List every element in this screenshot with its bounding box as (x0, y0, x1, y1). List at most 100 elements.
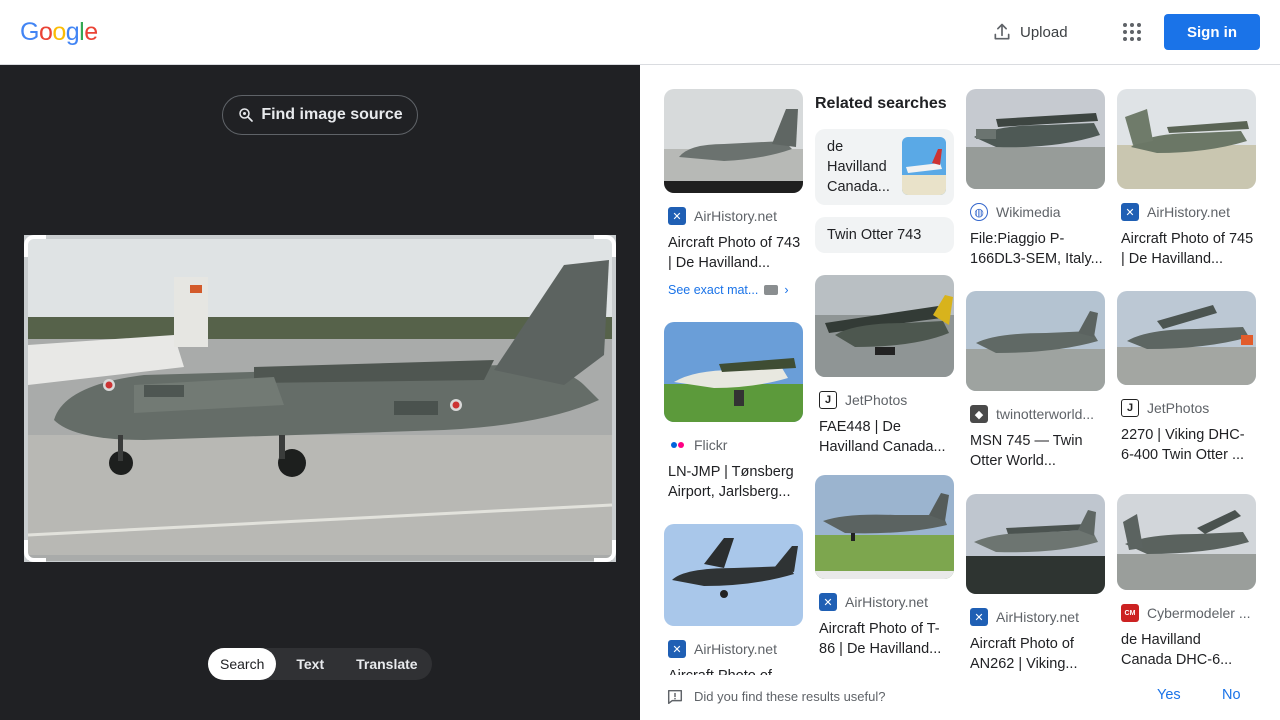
result-title[interactable]: MSN 745 — Twin Otter World... (970, 431, 1104, 471)
result-thumbnail[interactable] (966, 291, 1105, 391)
logo-letter: o (52, 18, 66, 46)
result-thumbnail[interactable] (1117, 494, 1256, 590)
result-title[interactable]: 2270 | Viking DHC-6-400 Twin Otter ... (1121, 425, 1255, 465)
result-thumbnail[interactable] (966, 494, 1105, 594)
result-source[interactable]: ✕ AirHistory.net (970, 608, 1105, 626)
lens-search-icon (239, 108, 254, 122)
logo-letter: e (84, 18, 98, 46)
result-thumbnail[interactable] (664, 524, 803, 626)
result-title[interactable]: Aircraft Photo of T-86 | De Havilland... (819, 619, 953, 659)
crop-handle-top-right[interactable] (594, 235, 616, 257)
result-source-label: JetPhotos (845, 392, 908, 408)
result-thumbnail[interactable] (664, 89, 803, 193)
result-card[interactable]: ◍ Wikimedia File:Piaggio P-166DL3-SEM, It… (966, 89, 1105, 269)
result-title[interactable]: Aircraft Photo of 743 | De Havilland... (668, 233, 802, 273)
airhistory-icon: ✕ (819, 593, 837, 611)
result-thumbnail[interactable] (815, 475, 954, 579)
feedback-question: Did you find these results useful? (694, 689, 886, 704)
upload-label: Upload (1020, 23, 1068, 41)
tab-translate[interactable]: Translate (344, 648, 429, 680)
flickr-icon (668, 436, 686, 454)
apps-grid-icon[interactable] (1120, 20, 1144, 44)
result-card[interactable]: J JetPhotos FAE448 | De Havilland Canada.… (815, 275, 954, 457)
result-title[interactable]: File:Piaggio P-166DL3-SEM, Italy... (970, 229, 1104, 269)
result-card[interactable]: ✕ AirHistory.net Aircraft Photo of T-86 |… (815, 475, 954, 659)
airhistory-icon: ✕ (668, 640, 686, 658)
logo-letter: g (65, 18, 80, 46)
lens-mode-tabs: Search Text Translate (208, 648, 432, 680)
result-thumbnail[interactable] (1117, 89, 1256, 189)
airhistory-icon: ✕ (970, 608, 988, 626)
related-search-chip[interactable]: Twin Otter 743 (815, 217, 954, 253)
find-image-source-label: Find image source (261, 106, 403, 123)
related-search-thumbnail (902, 137, 946, 195)
result-thumbnail[interactable] (1117, 291, 1256, 385)
result-source-label: AirHistory.net (694, 641, 777, 657)
result-source-label: AirHistory.net (845, 594, 928, 610)
exact-match-thumb-icon (764, 285, 779, 295)
result-card[interactable]: ✕ AirHistory.net Aircraft Photo of 745 | … (1117, 89, 1256, 269)
result-source-label: AirHistory.net (1147, 204, 1230, 220)
result-source[interactable]: CM Cybermodeler ... (1121, 604, 1256, 622)
result-source[interactable]: ✕ AirHistory.net (819, 593, 954, 611)
result-title[interactable]: FAE448 | De Havilland Canada... (819, 417, 953, 457)
sign-in-button[interactable]: Sign in (1164, 14, 1260, 50)
tab-text[interactable]: Text (284, 648, 336, 680)
result-source[interactable]: Flickr (668, 436, 803, 454)
crop-handle-bottom-left[interactable] (24, 540, 46, 562)
lens-image-panel: Find image source Search Text Translate (0, 65, 640, 720)
result-card[interactable]: J JetPhotos 2270 | Viking DHC-6-400 Twin … (1117, 291, 1256, 465)
query-image[interactable] (24, 235, 616, 562)
result-card[interactable]: ✕ AirHistory.net Aircraft Photo of AN262 … (966, 494, 1105, 674)
result-source[interactable]: J JetPhotos (1121, 399, 1256, 417)
upload-button[interactable]: Upload (992, 20, 1068, 44)
result-source[interactable]: ◆ twinotterworld... (970, 405, 1105, 423)
related-search-label: de Havilland Canada... (827, 139, 890, 195)
result-source-label: twinotterworld... (996, 406, 1095, 422)
result-source-label: JetPhotos (1147, 400, 1210, 416)
result-thumbnail[interactable] (664, 322, 803, 422)
related-searches-title: Related searches (815, 95, 947, 112)
result-source-label: AirHistory.net (694, 208, 777, 224)
result-source[interactable]: ◍ Wikimedia (970, 203, 1105, 221)
result-source-label: Flickr (694, 437, 728, 453)
related-search-chip[interactable]: de Havilland Canada... (815, 129, 954, 205)
see-exact-matches-link[interactable]: See exact mat... › (668, 283, 803, 297)
feedback-bar: Did you find these results useful? Yes N… (640, 675, 1280, 720)
result-card[interactable]: ◆ twinotterworld... MSN 745 — Twin Otter … (966, 291, 1105, 471)
twinotterworld-icon: ◆ (970, 405, 988, 423)
feedback-no-button[interactable]: No (1222, 687, 1241, 703)
airplane-photo (24, 235, 616, 562)
result-title[interactable]: Aircraft Photo of AN262 | Viking... (970, 634, 1104, 674)
feedback-icon (667, 689, 683, 705)
crop-handle-top-left[interactable] (24, 235, 46, 257)
result-card[interactable]: ✕ AirHistory.net Aircraft Photo of 743 | … (664, 89, 803, 297)
see-exact-matches-label: See exact mat... (668, 283, 759, 297)
result-thumbnail[interactable] (966, 89, 1105, 189)
chevron-right-icon: › (784, 283, 789, 297)
result-source-label: AirHistory.net (996, 609, 1079, 625)
result-source-label: Cybermodeler ... (1147, 605, 1251, 621)
related-search-label: Twin Otter 743 (827, 227, 922, 243)
jetphotos-icon: J (819, 391, 837, 409)
logo-letter: o (38, 18, 53, 46)
logo-letter: G (20, 18, 39, 46)
crop-handle-bottom-right[interactable] (594, 540, 616, 562)
result-title[interactable]: Aircraft Photo of 745 | De Havilland... (1121, 229, 1255, 269)
result-title[interactable]: LN-JMP | Tønsberg Airport, Jarlsberg... (668, 462, 802, 502)
result-source[interactable]: ✕ AirHistory.net (1121, 203, 1256, 221)
find-image-source-button[interactable]: Find image source (222, 95, 418, 135)
result-source[interactable]: ✕ AirHistory.net (668, 207, 803, 225)
result-thumbnail[interactable] (815, 275, 954, 377)
airhistory-icon: ✕ (1121, 203, 1139, 221)
result-source[interactable]: ✕ AirHistory.net (668, 640, 803, 658)
result-card[interactable]: Flickr LN-JMP | Tønsberg Airport, Jarlsb… (664, 322, 803, 502)
feedback-yes-button[interactable]: Yes (1157, 687, 1181, 703)
result-source[interactable]: J JetPhotos (819, 391, 954, 409)
result-title[interactable]: de Havilland Canada DHC-6... (1121, 630, 1255, 670)
results-panel: ✕ AirHistory.net Aircraft Photo of 743 | … (640, 65, 1280, 720)
tab-search[interactable]: Search (208, 648, 277, 680)
result-card[interactable]: CM Cybermodeler ... de Havilland Canada D… (1117, 494, 1256, 670)
upload-icon (994, 23, 1010, 40)
google-logo[interactable]: Google (20, 18, 98, 47)
